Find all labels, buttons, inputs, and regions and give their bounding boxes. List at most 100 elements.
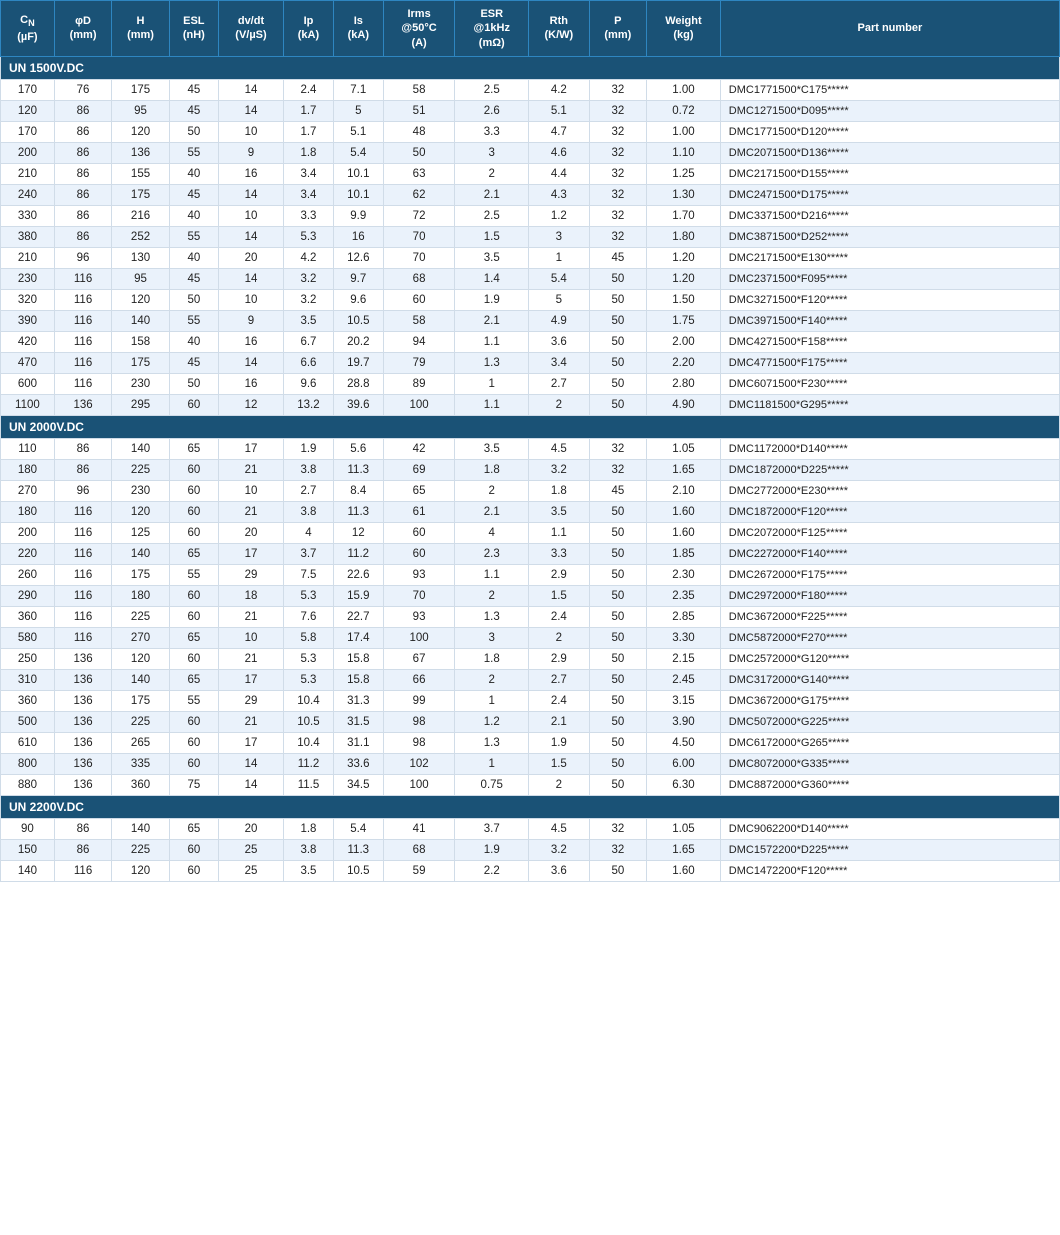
data-cell: 180 [112,585,169,606]
data-cell: 116 [54,585,111,606]
data-cell: 1.3 [455,732,529,753]
data-cell: 116 [54,501,111,522]
data-cell: 14 [218,226,283,247]
data-cell: 10.5 [333,310,383,331]
part-number-cell: DMC5872000*F270***** [720,627,1059,648]
header-is: Is(kA) [333,1,383,57]
data-cell: 89 [383,373,455,394]
data-cell: 50 [589,753,646,774]
data-cell: 3.2 [529,459,590,480]
data-cell: 1.8 [455,648,529,669]
data-cell: 1.2 [529,205,590,226]
data-cell: 9 [218,310,283,331]
data-cell: 15.8 [333,648,383,669]
data-cell: 1.8 [284,818,334,839]
table-row: 29011618060185.315.97021.5502.35DMC29720… [1,585,1060,606]
data-cell: 60 [169,394,218,415]
data-cell: 60 [169,459,218,480]
data-cell: 3.6 [529,331,590,352]
table-row: 1808622560213.811.3691.83.2321.65DMC1872… [1,459,1060,480]
data-cell: 10.1 [333,163,383,184]
data-cell: 5.4 [333,818,383,839]
data-cell: 250 [1,648,55,669]
data-cell: 140 [112,310,169,331]
data-cell: 2.10 [647,480,721,501]
data-cell: 136 [54,774,111,795]
table-row: 1100136295601213.239.61001.12504.90DMC11… [1,394,1060,415]
data-cell: 50 [169,289,218,310]
data-cell: 210 [1,163,55,184]
data-cell: 59 [383,860,455,881]
data-cell: 17 [218,438,283,459]
data-cell: 96 [54,480,111,501]
data-cell: 17.4 [333,627,383,648]
data-cell: 7.5 [284,564,334,585]
data-cell: 116 [54,352,111,373]
table-row: 3901161405593.510.5582.14.9501.75DMC3971… [1,310,1060,331]
data-cell: 1.8 [284,142,334,163]
section-label: UN 2200V.DC [1,795,1060,818]
data-cell: 1.8 [529,480,590,501]
data-cell: 295 [112,394,169,415]
data-cell: 2.20 [647,352,721,373]
data-cell: 170 [1,121,55,142]
data-cell: 225 [112,459,169,480]
data-cell: 0.75 [455,774,529,795]
data-cell: 1.30 [647,184,721,205]
data-cell: 14 [218,753,283,774]
part-number-cell: DMC2672000*F175***** [720,564,1059,585]
data-cell: 216 [112,205,169,226]
data-cell: 2.7 [529,669,590,690]
data-cell: 2.1 [455,501,529,522]
header-esl: ESL(nH) [169,1,218,57]
data-cell: 225 [112,839,169,860]
data-cell: 16 [218,373,283,394]
data-cell: 100 [383,774,455,795]
data-cell: 68 [383,268,455,289]
section-header-row: UN 2000V.DC [1,415,1060,438]
data-cell: 3.5 [284,310,334,331]
data-cell: 2.7 [529,373,590,394]
data-cell: 360 [1,690,55,711]
header-irms: Irms@50°C(A) [383,1,455,57]
data-cell: 10.5 [284,711,334,732]
data-cell: 1.20 [647,268,721,289]
data-cell: 65 [383,480,455,501]
data-cell: 67 [383,648,455,669]
table-row: 1707617545142.47.1582.54.2321.00DMC17715… [1,79,1060,100]
data-cell: 60 [169,522,218,543]
data-cell: 2.1 [455,310,529,331]
data-cell: 14 [218,774,283,795]
table-row: 60011623050169.628.88912.7502.80DMC60715… [1,373,1060,394]
part-number-cell: DMC3271500*F120***** [720,289,1059,310]
data-cell: 45 [589,480,646,501]
data-cell: 60 [383,289,455,310]
data-cell: 11.2 [333,543,383,564]
data-cell: 180 [1,501,55,522]
part-number-cell: DMC6172000*G265***** [720,732,1059,753]
data-cell: 116 [54,289,111,310]
data-cell: 63 [383,163,455,184]
data-cell: 10.5 [333,860,383,881]
data-cell: 6.7 [284,331,334,352]
data-cell: 32 [589,184,646,205]
data-cell: 50 [589,860,646,881]
section-header-row: UN 1500V.DC [1,56,1060,79]
data-cell: 65 [169,543,218,564]
data-cell: 45 [169,184,218,205]
data-cell: 19.7 [333,352,383,373]
data-cell: 130 [112,247,169,268]
data-cell: 1.3 [455,352,529,373]
data-cell: 260 [1,564,55,585]
data-cell: 40 [169,331,218,352]
data-cell: 3.2 [284,268,334,289]
data-cell: 98 [383,732,455,753]
data-cell: 800 [1,753,55,774]
data-cell: 86 [54,163,111,184]
data-cell: 31.1 [333,732,383,753]
part-number-cell: DMC8872000*G360***** [720,774,1059,795]
part-number-cell: DMC2072000*F125***** [720,522,1059,543]
data-cell: 610 [1,732,55,753]
section-label: UN 2000V.DC [1,415,1060,438]
data-cell: 20 [218,247,283,268]
